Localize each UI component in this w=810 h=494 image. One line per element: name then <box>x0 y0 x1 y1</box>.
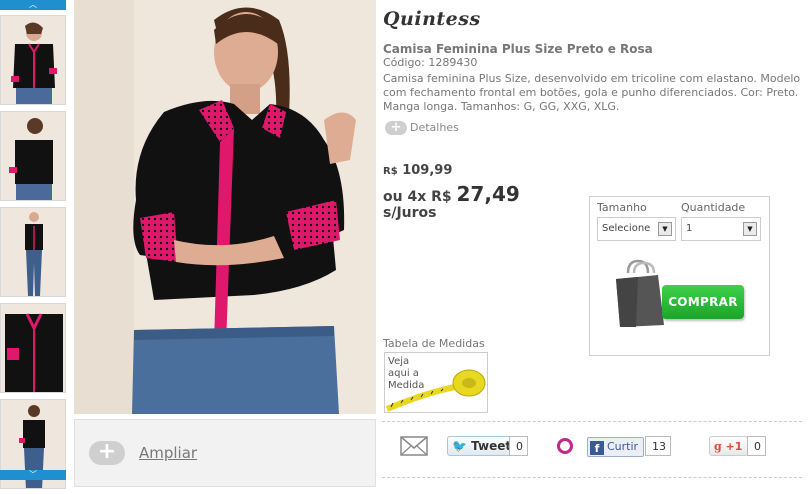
quantity-select-value: 1 <box>686 223 693 234</box>
google-plus-label: +1 <box>725 440 743 453</box>
product-title: Camisa Feminina Plus Size Preto e Rosa <box>383 42 653 56</box>
installment-price: ou 4x R$ 27,49 <box>383 182 520 206</box>
thumbnails-scroll-down[interactable]: ﹀ <box>0 470 66 480</box>
price-value: 109,99 <box>402 163 453 178</box>
thumbnail-2[interactable] <box>0 111 66 201</box>
size-chart-link[interactable]: Veja aqui a Medida <box>384 352 488 413</box>
price-currency: R$ <box>383 166 398 177</box>
tweet-count: 0 <box>509 436 528 456</box>
chevron-down-icon: ▼ <box>658 222 672 236</box>
tweet-button[interactable]: 🐦 Tweet <box>447 436 518 456</box>
zoom-panel: + Ampliar <box>74 419 376 487</box>
facebook-like-count: 13 <box>645 436 671 456</box>
zoom-plus-icon[interactable]: + <box>89 441 125 465</box>
main-product-image[interactable] <box>74 0 376 414</box>
brand-logo: Quintess <box>383 8 481 30</box>
email-icon[interactable] <box>400 436 428 456</box>
facebook-like-button[interactable]: f Curtir <box>587 437 645 457</box>
thumbnail-3[interactable] <box>0 207 66 297</box>
thumbnails-scroll-up[interactable]: ︿ <box>0 0 66 10</box>
product-description: Camisa feminina Plus Size, desenvolvido … <box>383 72 801 113</box>
quantity-select[interactable]: 1 ▼ <box>681 217 761 241</box>
twitter-bird-icon: 🐦 <box>452 439 467 453</box>
installment-terms: s/Juros <box>383 205 437 221</box>
installment-prefix: ou 4x <box>383 189 427 205</box>
price: R$ 109,99 <box>383 163 452 178</box>
thumbnail-1[interactable] <box>0 15 66 105</box>
installment-value: 27,49 <box>456 182 520 206</box>
purchase-box: Tamanho Quantidade Selecione ▼ 1 ▼ COMPR… <box>589 196 770 356</box>
buy-button[interactable]: COMPRAR <box>612 259 748 331</box>
size-label: Tamanho <box>597 201 647 214</box>
divider-top <box>382 421 802 422</box>
thumbnail-4[interactable] <box>0 303 66 393</box>
quantity-label: Quantidade <box>681 201 746 214</box>
orkut-share-icon[interactable] <box>557 438 573 454</box>
installment-currency: R$ <box>431 189 452 205</box>
google-plus-button[interactable]: g +1 <box>709 436 749 456</box>
details-plus-icon: + <box>385 121 407 135</box>
size-select-value: Selecione <box>602 223 651 234</box>
size-select[interactable]: Selecione ▼ <box>597 217 676 241</box>
thumbnail-column: ︿ ﹀ <box>0 0 68 494</box>
details-link[interactable]: + Detalhes <box>385 121 459 135</box>
facebook-icon: f <box>590 441 604 455</box>
size-chart-label: Tabela de Medidas <box>383 337 485 350</box>
divider-bottom <box>382 477 802 478</box>
google-plus-count: 0 <box>747 436 766 456</box>
zoom-link[interactable]: Ampliar <box>139 444 197 462</box>
measuring-tape-icon <box>385 369 486 412</box>
facebook-like-label: Curtir <box>607 440 639 453</box>
product-code: Código: 1289430 <box>383 56 478 69</box>
chevron-down-icon: ▼ <box>743 222 757 236</box>
tweet-label: Tweet <box>471 439 512 453</box>
google-plus-icon: g <box>714 440 722 453</box>
details-label: Detalhes <box>410 121 459 134</box>
buy-button-label: COMPRAR <box>662 285 744 319</box>
